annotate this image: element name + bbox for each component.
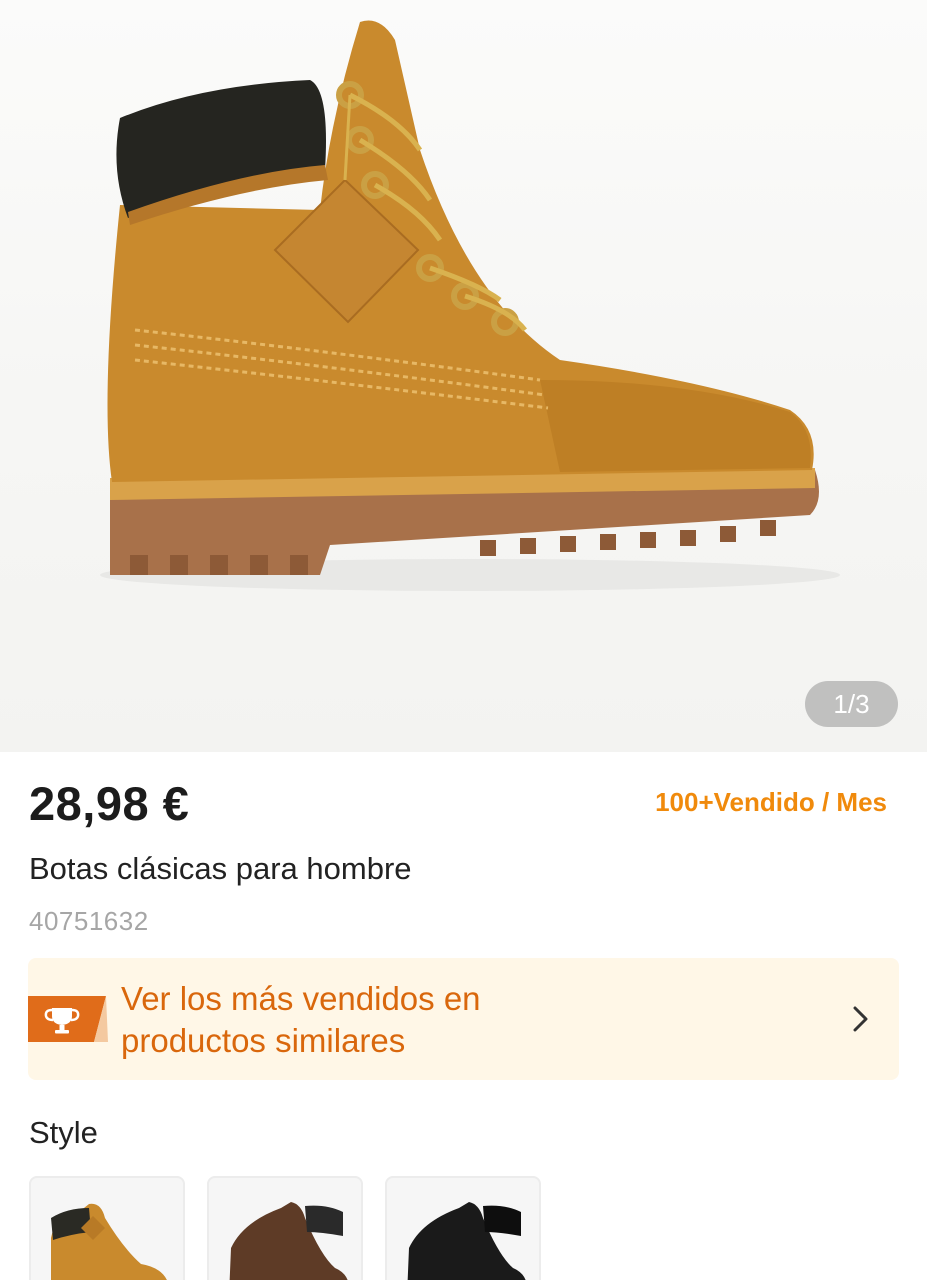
style-option-brown[interactable] [207, 1176, 363, 1280]
best-sellers-text: Ver los más vendidos en productos simila… [121, 978, 641, 1062]
product-price: 28,98 € [29, 777, 190, 830]
style-option-black[interactable] [385, 1176, 541, 1280]
style-option-thumbnail [229, 1202, 348, 1280]
chevron-right-icon[interactable] [851, 1005, 871, 1033]
best-sellers-line1: Ver los más vendidos en [121, 980, 481, 1017]
style-section-title: Style [29, 1115, 98, 1150]
monthly-sales-badge: 100+Vendido / Mes [655, 787, 887, 817]
product-sku: 40751632 [29, 906, 149, 936]
style-option-wheat[interactable] [29, 1176, 185, 1280]
best-sellers-line2: productos similares [121, 1022, 406, 1059]
style-option-thumbnail [51, 1203, 167, 1280]
trophy-icon [28, 996, 108, 1042]
product-page: 1/3 28,98 € 100+Vendido / Mes Botas clás… [0, 0, 927, 1280]
best-sellers-banner[interactable]: Ver los más vendidos en productos simila… [28, 958, 899, 1080]
style-option-thumbnail [407, 1202, 526, 1280]
product-image-gallery[interactable]: 1/3 [0, 0, 927, 752]
product-boot-image [100, 20, 840, 591]
product-title: Botas clásicas para hombre [29, 851, 412, 886]
image-counter: 1/3 [805, 681, 898, 727]
